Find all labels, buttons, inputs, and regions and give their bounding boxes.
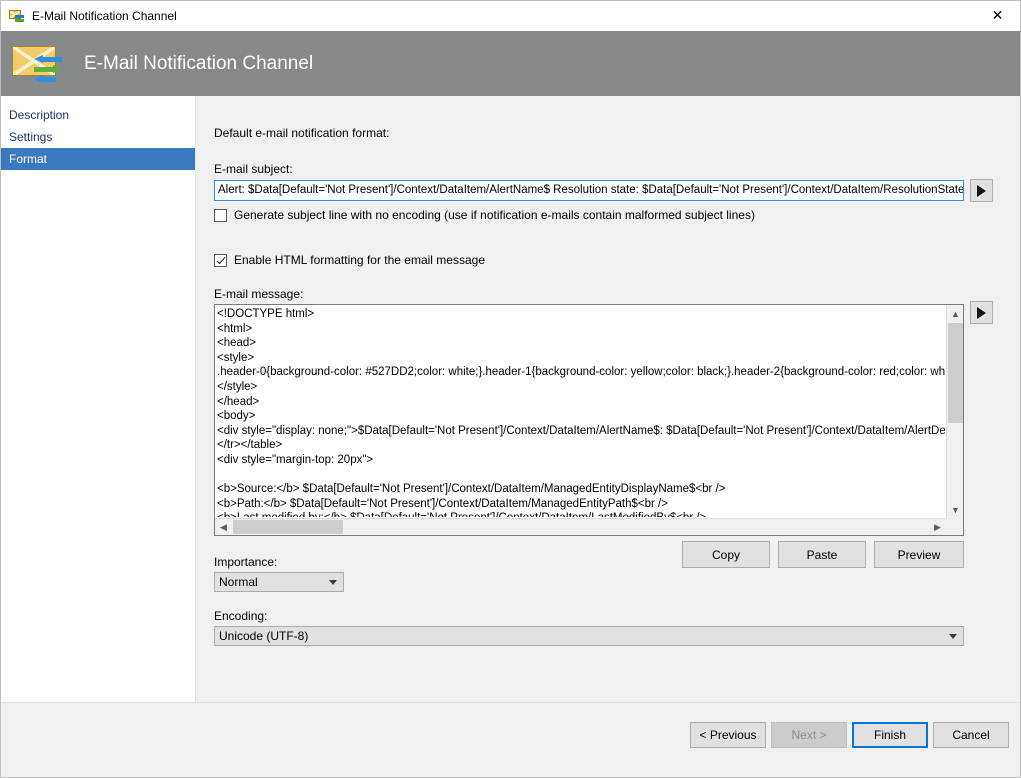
encoding-label: Encoding: [214, 609, 267, 623]
finish-button[interactable]: Finish [852, 722, 928, 748]
message-line: </tr></table> [217, 438, 945, 453]
section-label: Default e-mail notification format: [214, 126, 389, 140]
message-line: <style> [217, 351, 945, 366]
title-bar: E-Mail Notification Channel ✕ [1, 1, 1020, 31]
email-message-textarea[interactable]: <!DOCTYPE html><html><head><style>.heade… [214, 304, 964, 536]
window-title: E-Mail Notification Channel [32, 1, 177, 31]
paste-button[interactable]: Paste [778, 541, 866, 568]
preview-button[interactable]: Preview [874, 541, 964, 568]
no-encoding-checkbox[interactable]: Generate subject line with no encoding (… [214, 208, 755, 222]
scroll-right-icon[interactable]: ▶ [929, 519, 946, 535]
no-encoding-checkbox-label: Generate subject line with no encoding (… [234, 208, 755, 222]
email-notification-channel-window: E-Mail Notification Channel ✕ E-Mail Not… [0, 0, 1021, 778]
sidebar-item-format[interactable]: Format [1, 148, 195, 170]
message-line: </head> [217, 395, 945, 410]
vertical-scroll-thumb[interactable] [948, 323, 963, 423]
email-subject-input[interactable]: Alert: $Data[Default='Not Present']/Cont… [214, 180, 964, 201]
wizard-sidebar: Description Settings Format [1, 96, 196, 702]
email-subject-label: E-mail subject: [214, 162, 293, 176]
message-line [217, 468, 945, 483]
copy-button[interactable]: Copy [682, 541, 770, 568]
scrollbar-corner [946, 518, 963, 535]
chevron-down-icon [329, 580, 337, 585]
page-banner: E-Mail Notification Channel [1, 31, 1020, 96]
importance-value: Normal [215, 575, 258, 589]
email-message-content: <!DOCTYPE html><html><head><style>.heade… [217, 307, 945, 517]
checkbox-box [214, 254, 227, 267]
encoding-value: Unicode (UTF-8) [215, 629, 308, 643]
horizontal-scroll-thumb[interactable] [233, 520, 343, 534]
message-line: <html> [217, 322, 945, 337]
message-insert-variable-button[interactable] [970, 301, 993, 324]
message-line: <b>Source:</b> $Data[Default='Not Presen… [217, 482, 945, 497]
enable-html-checkbox[interactable]: Enable HTML formatting for the email mes… [214, 253, 485, 267]
right-triangle-icon [977, 185, 986, 197]
message-line: <!DOCTYPE html> [217, 307, 945, 322]
wizard-footer: < Previous Next > Finish Cancel [1, 702, 1020, 777]
enable-html-checkbox-label: Enable HTML formatting for the email mes… [234, 253, 485, 267]
checkbox-box [214, 209, 227, 222]
body-area: Description Settings Format Default e-ma… [1, 96, 1020, 702]
page-title: E-Mail Notification Channel [84, 53, 313, 75]
textarea-vertical-scrollbar[interactable]: ▲ ▼ [946, 305, 963, 518]
next-button: Next > [771, 722, 847, 748]
email-sync-icon [12, 42, 66, 86]
scroll-down-icon[interactable]: ▼ [947, 501, 964, 518]
scroll-up-icon[interactable]: ▲ [947, 305, 964, 322]
message-line: <b>Path:</b> $Data[Default='Not Present'… [217, 497, 945, 512]
encoding-select[interactable]: Unicode (UTF-8) [214, 626, 964, 646]
cancel-button[interactable]: Cancel [933, 722, 1009, 748]
message-line: <div style="margin-top: 20px"> [217, 453, 945, 468]
right-triangle-icon [977, 307, 986, 319]
format-panel: Default e-mail notification format: E-ma… [196, 96, 1020, 702]
sidebar-item-settings[interactable]: Settings [1, 126, 195, 148]
sidebar-item-description[interactable]: Description [1, 104, 195, 126]
importance-select[interactable]: Normal [214, 572, 344, 592]
subject-insert-variable-button[interactable] [970, 179, 993, 202]
email-notification-icon [9, 8, 25, 24]
scroll-left-icon[interactable]: ◀ [215, 519, 232, 535]
importance-label: Importance: [214, 555, 277, 569]
close-icon[interactable]: ✕ [975, 1, 1020, 30]
message-line: <div style="display: none;">$Data[Defaul… [217, 424, 945, 439]
chevron-down-icon [949, 634, 957, 639]
message-line: .header-0{background-color: #527DD2;colo… [217, 365, 945, 380]
message-line: <body> [217, 409, 945, 424]
message-line: </style> [217, 380, 945, 395]
message-line: <b>Last modified by:</b> $Data[Default='… [217, 511, 945, 517]
message-line: <head> [217, 336, 945, 351]
textarea-horizontal-scrollbar[interactable]: ◀ ▶ [215, 518, 946, 535]
previous-button[interactable]: < Previous [690, 722, 766, 748]
email-message-label: E-mail message: [214, 287, 303, 301]
